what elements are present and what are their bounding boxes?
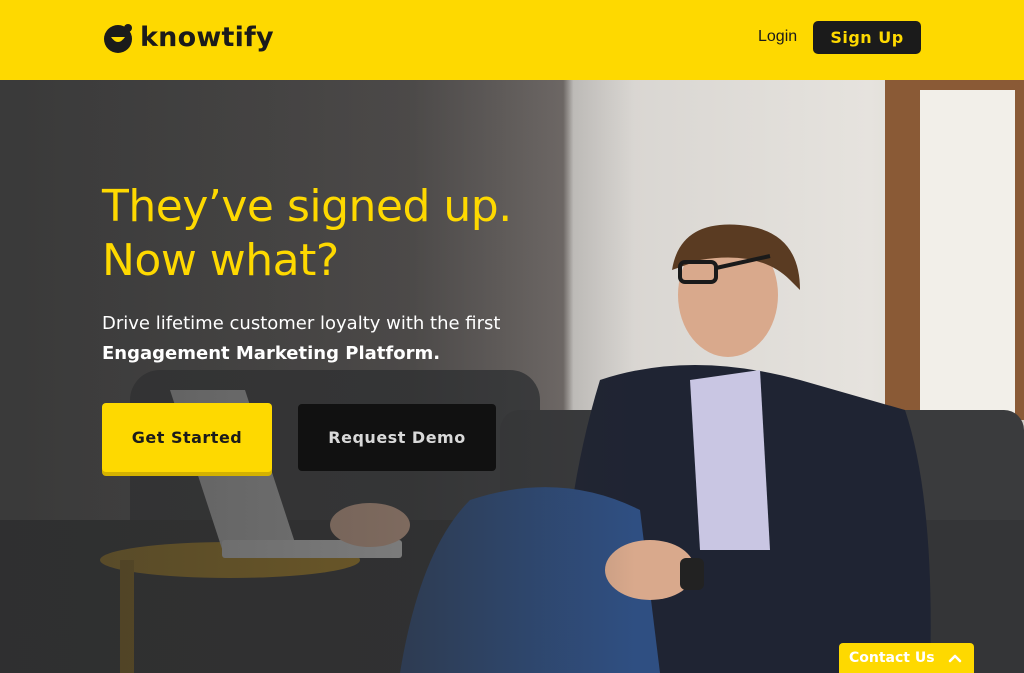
brand-name: knowtify <box>140 22 274 53</box>
request-demo-button[interactable]: Request Demo <box>298 404 496 471</box>
top-header: knowtify Login Sign Up <box>0 0 1024 80</box>
hero-headline-line1: They’ve signed up. <box>102 181 512 232</box>
brand-logo[interactable]: knowtify <box>102 20 274 56</box>
knowtify-logo-icon <box>104 24 132 53</box>
hero-section: They’ve signed up. Now what? Drive lifet… <box>0 80 1024 673</box>
login-link[interactable]: Login <box>758 26 797 48</box>
hero-overlay <box>0 80 1024 673</box>
chevron-up-icon <box>948 654 962 663</box>
hero-subtitle-line1: Drive lifetime customer loyalty with the… <box>102 313 501 334</box>
hero-headline: They’ve signed up. Now what? <box>102 180 512 288</box>
hero-subtitle-line2: Engagement Marketing Platform. <box>102 343 441 364</box>
contact-us-tab[interactable]: Contact Us <box>839 643 974 673</box>
contact-us-label: Contact Us <box>849 650 935 666</box>
hero-headline-line2: Now what? <box>102 235 339 286</box>
hero-subtitle: Drive lifetime customer loyalty with the… <box>102 309 500 369</box>
signup-button[interactable]: Sign Up <box>813 21 921 54</box>
get-started-button[interactable]: Get Started <box>102 403 272 472</box>
